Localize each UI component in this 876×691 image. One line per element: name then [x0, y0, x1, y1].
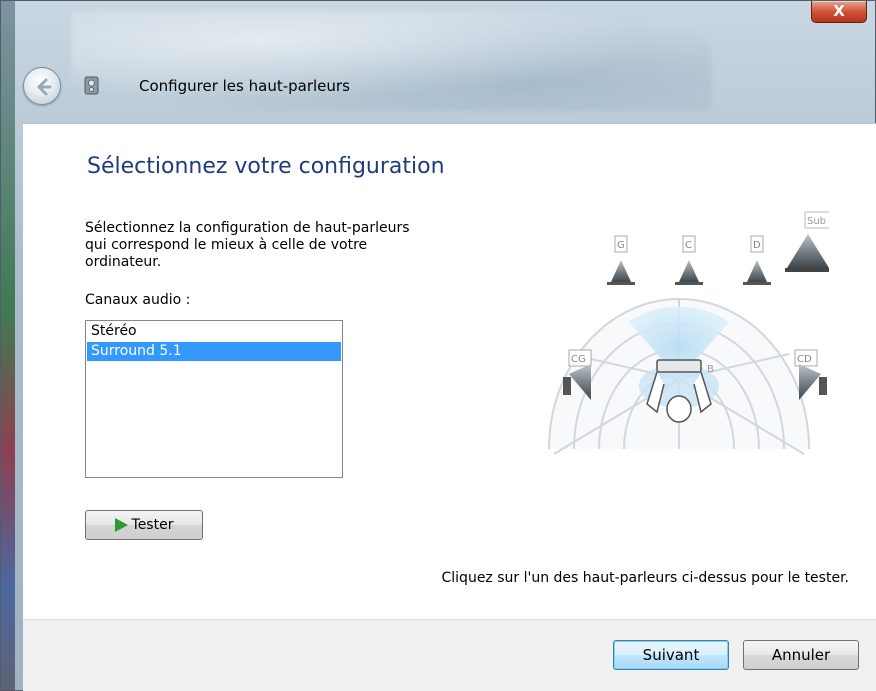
channels-label: Canaux audio : [85, 292, 191, 308]
back-arrow-icon [37, 78, 52, 96]
test-hint: Cliquez sur l'un des haut-parleurs ci-de… [441, 570, 850, 586]
speaker-surround-left-label: CG [571, 354, 586, 365]
speaker-front-right[interactable]: D [743, 235, 771, 285]
list-item-stereo[interactable]: Stéréo [87, 322, 341, 341]
speaker-subwoofer-label: Sub [807, 216, 826, 227]
dialog-window: X Configurer les haut-parleurs Sélection… [0, 0, 876, 691]
close-button[interactable]: X [811, 1, 867, 23]
speaker-front-right-label: D [753, 240, 761, 251]
back-button[interactable] [23, 67, 61, 105]
speaker-front-left[interactable]: G [607, 235, 635, 285]
description-line: qui correspond le mieux à celle de votre [85, 237, 368, 253]
speaker-surround-right-label: CD [797, 354, 812, 365]
speaker-diagram: B G C D Sub CG CD [548, 211, 829, 455]
test-button[interactable]: Tester [85, 510, 203, 540]
content-panel: Sélectionnez votre configuration Sélecti… [23, 123, 876, 619]
titlebar-glass [71, 11, 711, 111]
speaker-front-left-label: G [617, 240, 625, 251]
speaker-center[interactable]: C [675, 235, 703, 285]
listener-tag: B [707, 364, 714, 375]
speaker-surround-right[interactable]: CD [794, 349, 827, 400]
list-item-surround-5-1[interactable]: Surround 5.1 [87, 342, 341, 361]
play-icon [114, 518, 128, 532]
description-line: ordinateur. [85, 254, 162, 270]
test-button-label: Tester [131, 517, 174, 533]
window-title: Configurer les haut-parleurs [139, 77, 350, 95]
footer-bar: Suivant Annuler [23, 619, 876, 691]
channels-listbox[interactable]: Stéréo Surround 5.1 [85, 320, 343, 478]
speaker-app-icon [84, 76, 99, 95]
background-window-edge [1, 1, 15, 691]
description-line: Sélectionnez la configuration de haut-pa… [85, 220, 410, 236]
speaker-center-label: C [685, 240, 692, 251]
description: Sélectionnez la configuration de haut-pa… [85, 220, 505, 271]
next-button[interactable]: Suivant [613, 640, 729, 670]
cancel-button[interactable]: Annuler [743, 640, 859, 670]
page-heading: Sélectionnez votre configuration [87, 154, 445, 179]
speaker-subwoofer[interactable]: Sub [785, 211, 829, 272]
